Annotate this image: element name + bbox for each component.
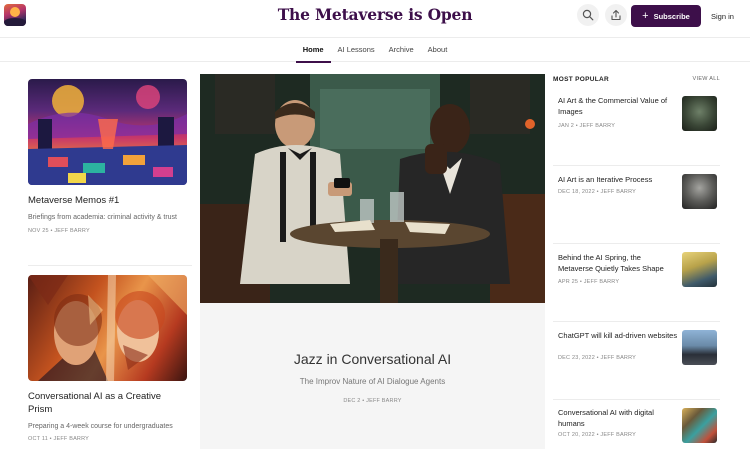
nav-about[interactable]: About	[421, 38, 455, 62]
popular-item-meta: DEC 18, 2022 • JEFF BARRY	[558, 189, 637, 195]
popular-item-meta: OCT 20, 2022 • JEFF BARRY	[558, 432, 636, 438]
popular-item-thumbnail[interactable]	[682, 408, 717, 443]
sign-in-link[interactable]: Sign in	[711, 12, 734, 21]
popular-item-thumbnail[interactable]	[682, 252, 717, 287]
popular-item-thumbnail[interactable]	[682, 330, 717, 365]
popular-item-thumbnail[interactable]	[682, 174, 717, 209]
popular-item[interactable]: Behind the AI Spring, the Metaverse Quie…	[553, 243, 720, 321]
featured-subtitle: The Improv Nature of AI Dialogue Agents	[299, 377, 446, 386]
post-meta: NOV 25 • JEFF BARRY	[28, 227, 90, 234]
top-bar: The Metaverse is Open + Subscribe Sign i…	[0, 0, 750, 36]
share-icon	[611, 9, 621, 21]
popular-item-title[interactable]: AI Art & the Commercial Value of Images	[558, 96, 678, 118]
featured-title[interactable]: Jazz in Conversational AI	[200, 351, 545, 367]
post-thumbnail[interactable]	[28, 79, 187, 185]
popular-item-title[interactable]: Conversational AI with digital humans	[558, 408, 678, 430]
subscribe-label: Subscribe	[653, 11, 690, 21]
subscribe-button[interactable]: + Subscribe	[631, 5, 701, 27]
popular-item-meta: APR 25 • JEFF BARRY	[558, 279, 620, 285]
most-popular-header: MOST POPULAR VIEW ALL	[553, 76, 720, 83]
featured-image[interactable]	[200, 74, 545, 303]
nav-items: Home AI Lessons Archive About	[0, 38, 750, 63]
plus-icon: +	[642, 9, 649, 22]
popular-item[interactable]: AI Art & the Commercial Value of Images …	[553, 88, 720, 166]
popular-item-meta: DEC 23, 2022 • JEFF BARRY	[558, 355, 637, 361]
post-thumbnail[interactable]	[28, 275, 187, 381]
popular-item[interactable]: Conversational AI with digital humans OC…	[553, 399, 720, 449]
nav-archive[interactable]: Archive	[382, 38, 421, 62]
featured-post[interactable]: Jazz in Conversational AI The Improv Nat…	[200, 74, 545, 449]
post-title[interactable]: Conversational AI as a Creative Prism	[28, 391, 187, 417]
divider	[28, 265, 192, 266]
search-icon	[582, 9, 594, 21]
popular-item[interactable]: AI Art is an Iterative Process DEC 18, 2…	[553, 165, 720, 243]
post-card[interactable]: Conversational AI as a Creative Prism Pr…	[28, 275, 187, 442]
post-subtitle: Preparing a 4-week course for undergradu…	[28, 422, 173, 430]
popular-item[interactable]: ChatGPT will kill ad-driven websites DEC…	[553, 321, 720, 399]
view-all-link[interactable]: VIEW ALL	[693, 76, 720, 82]
popular-item-title[interactable]: Behind the AI Spring, the Metaverse Quie…	[558, 253, 678, 275]
jazz-scene-illustration	[200, 74, 545, 303]
share-button[interactable]	[605, 4, 627, 26]
featured-meta: DEC 2 • JEFF BARRY	[343, 398, 402, 404]
metaverse-room-illustration	[28, 85, 187, 185]
popular-item-title[interactable]: AI Art is an Iterative Process	[558, 175, 678, 186]
post-meta: OCT 11 • JEFF BARRY	[28, 436, 90, 443]
nav-ai-lessons[interactable]: AI Lessons	[331, 38, 382, 62]
post-title[interactable]: Metaverse Memos #1	[28, 195, 187, 208]
popular-item-meta: JAN 2 • JEFF BARRY	[558, 123, 616, 129]
search-button[interactable]	[577, 4, 599, 26]
main-nav: Home AI Lessons Archive About	[0, 37, 750, 63]
popular-item-title[interactable]: ChatGPT will kill ad-driven websites	[558, 331, 678, 342]
nav-home[interactable]: Home	[295, 38, 331, 63]
popular-item-thumbnail[interactable]	[682, 96, 717, 131]
prism-faces-illustration	[28, 275, 187, 381]
post-subtitle: Briefings from academia: criminal activi…	[28, 213, 177, 221]
post-card[interactable]: Metaverse Memos #1 Briefings from academ…	[28, 79, 187, 234]
